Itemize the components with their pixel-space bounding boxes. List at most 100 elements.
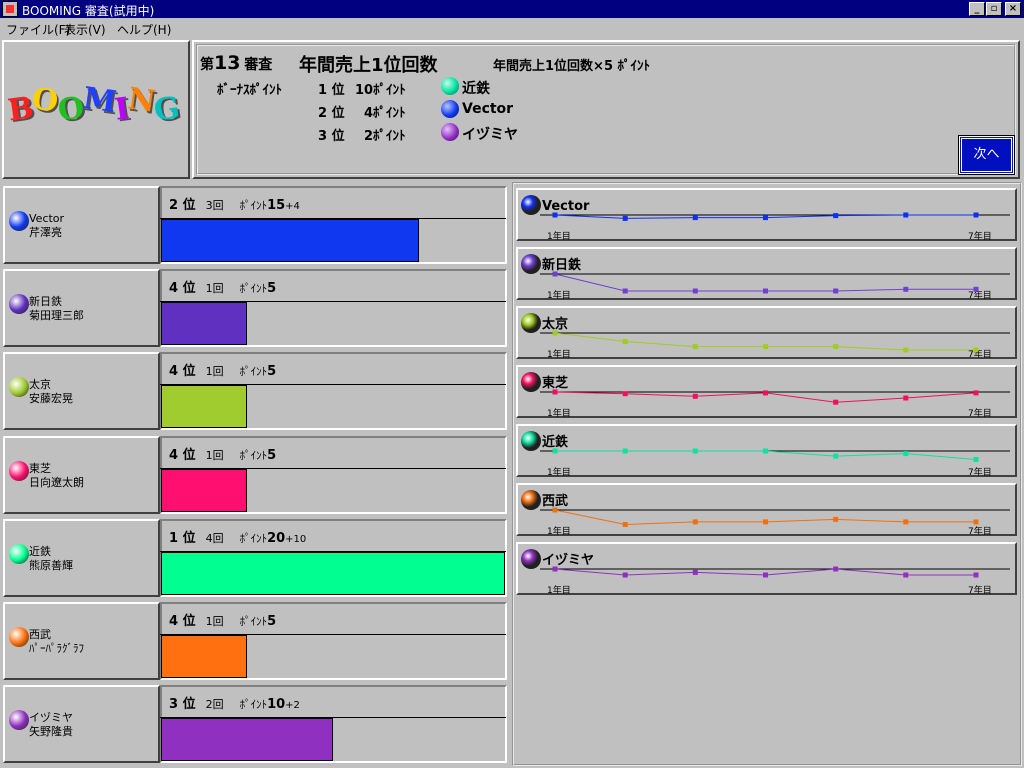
company-name: Vector	[29, 212, 65, 225]
chart-point	[692, 569, 698, 575]
score-summary: 1 位 4回 ﾎﾟｲﾝﾄ20+10	[169, 527, 306, 546]
chart-ball-icon	[521, 313, 541, 333]
person-name: 菊田理三郎	[29, 309, 84, 322]
company-name: 西武	[29, 628, 51, 641]
competitor-ball-icon	[9, 211, 29, 231]
points-value: 5	[267, 448, 277, 463]
chart-point	[973, 212, 979, 218]
points-value: 5	[267, 614, 277, 629]
competitor-name: 太京 安藤宏晃	[29, 378, 73, 406]
chart-point	[973, 390, 979, 396]
window-title: BOOMING 審査(試用中)	[22, 4, 155, 18]
chart-title: 東芝	[542, 375, 568, 391]
round-number: 13	[214, 52, 241, 74]
chart-x-end-label: 7年目	[968, 466, 992, 477]
company-name: 近鉄	[29, 545, 51, 558]
bonus-points: +4	[285, 201, 300, 212]
score-summary: 2 位 3回 ﾎﾟｲﾝﾄ15+4	[169, 194, 300, 213]
criterion-title: 年間売上1位回数	[299, 55, 438, 76]
close-button[interactable]: ×	[1005, 2, 1021, 16]
chart-point	[552, 507, 558, 513]
competitor-name: 西武 ﾊﾟｰﾊﾟﾗｸﾞﾗﾌ	[29, 628, 84, 656]
chart-point	[622, 288, 628, 294]
competitor-name: 新日鉄 菊田理三郎	[29, 295, 84, 323]
chart-point	[552, 389, 558, 395]
person-name: ﾊﾟｰﾊﾟﾗｸﾞﾗﾌ	[29, 642, 84, 655]
chart-x-end-label: 7年目	[968, 525, 992, 536]
points-value: 5	[267, 281, 277, 296]
bonus-rank-3: 3 位	[318, 129, 345, 144]
chart-point	[973, 286, 979, 292]
chart-ball-icon	[521, 254, 541, 274]
chart-point	[763, 572, 768, 578]
menu-view[interactable]: 表示(V)	[64, 21, 106, 38]
score-bar	[161, 718, 333, 761]
chart-title: イヅミヤ	[542, 552, 594, 568]
chart-x-start-label: 1年目	[547, 230, 571, 241]
rank: 4 位	[169, 614, 196, 629]
score-summary: 4 位 1回 ﾎﾟｲﾝﾄ5	[169, 444, 276, 463]
points-label: ﾎﾟｲﾝﾄ	[239, 199, 268, 212]
points-value: 5	[267, 364, 277, 379]
competitor-ball-icon	[9, 627, 29, 647]
chart-point	[552, 271, 558, 277]
bonus-points-1: 10ﾎﾟｲﾝﾄ	[355, 83, 406, 98]
chart-x-end-label: 7年目	[968, 584, 992, 595]
booming-logo: BOOMING	[6, 81, 182, 129]
menu-file[interactable]: ファイル(F)	[6, 21, 70, 38]
bonus-company-3: イヅミヤ	[462, 127, 518, 143]
chart-point	[763, 288, 768, 294]
criterion-formula: 年間売上1位回数×5 ﾎﾟｲﾝﾄ	[493, 59, 651, 74]
points-value: 20	[267, 531, 286, 546]
competitor-name: Vector 芹澤亮	[29, 212, 64, 240]
chart-point	[903, 286, 909, 292]
maximize-button[interactable]: ▫	[986, 2, 1002, 16]
competitor-ball-icon	[9, 461, 29, 481]
competitor-ball-icon	[9, 544, 29, 564]
bonus-company-2: Vector	[462, 101, 514, 117]
chart-title: Vector	[542, 199, 590, 214]
chart-point	[692, 393, 698, 399]
rank: 1 位	[169, 531, 196, 546]
chart-point	[622, 215, 628, 221]
chart-point	[763, 215, 768, 221]
count: 1回	[205, 282, 224, 295]
next-button[interactable]: 次へ	[958, 135, 1015, 175]
chart-point	[833, 288, 839, 294]
chart-point	[833, 516, 839, 522]
chart-point	[552, 566, 558, 572]
points-label: ﾎﾟｲﾝﾄ	[239, 449, 268, 462]
line-chart: Vector 1年目 7年目	[521, 195, 1010, 241]
app-icon[interactable]	[2, 1, 18, 17]
score-bar	[161, 469, 247, 512]
company-name: 東芝	[29, 462, 51, 475]
score-summary: 4 位 1回 ﾎﾟｲﾝﾄ5	[169, 360, 276, 379]
chart-point	[763, 390, 768, 396]
menu-help[interactable]: ヘルプ(H)	[117, 21, 171, 38]
company-name: 太京	[29, 378, 51, 391]
count: 2回	[205, 698, 224, 711]
chart-ball-icon	[521, 490, 541, 510]
title-bar: BOOMING 審査(試用中) _ ▫ ×	[0, 0, 1024, 18]
count: 1回	[205, 615, 224, 628]
minimize-button[interactable]: _	[969, 2, 985, 16]
bonus-company-1: 近鉄	[462, 81, 490, 97]
chart-x-start-label: 1年目	[547, 348, 571, 359]
person-name: 日向遼太朗	[29, 476, 84, 489]
chart-point	[903, 519, 909, 525]
bonus-label: ﾎﾞｰﾅｽﾎﾟｲﾝﾄ	[217, 83, 282, 98]
chart-point	[692, 215, 698, 221]
line-chart: イヅミヤ 1年目 7年目	[521, 549, 1010, 595]
bonus-points: +10	[285, 534, 307, 545]
chart-point	[833, 213, 839, 219]
score-bar	[161, 552, 505, 595]
chart-point	[692, 288, 698, 294]
person-name: 安藤宏晃	[29, 392, 73, 405]
round-heading: 第13 審査	[200, 52, 272, 74]
count: 3回	[205, 199, 224, 212]
points-label: ﾎﾟｲﾝﾄ	[239, 698, 268, 711]
chart-point	[903, 572, 909, 578]
bonus-rank-1: 1 位	[318, 83, 345, 98]
line-chart: 東芝 1年目 7年目	[521, 372, 1010, 418]
chart-point	[903, 212, 909, 218]
